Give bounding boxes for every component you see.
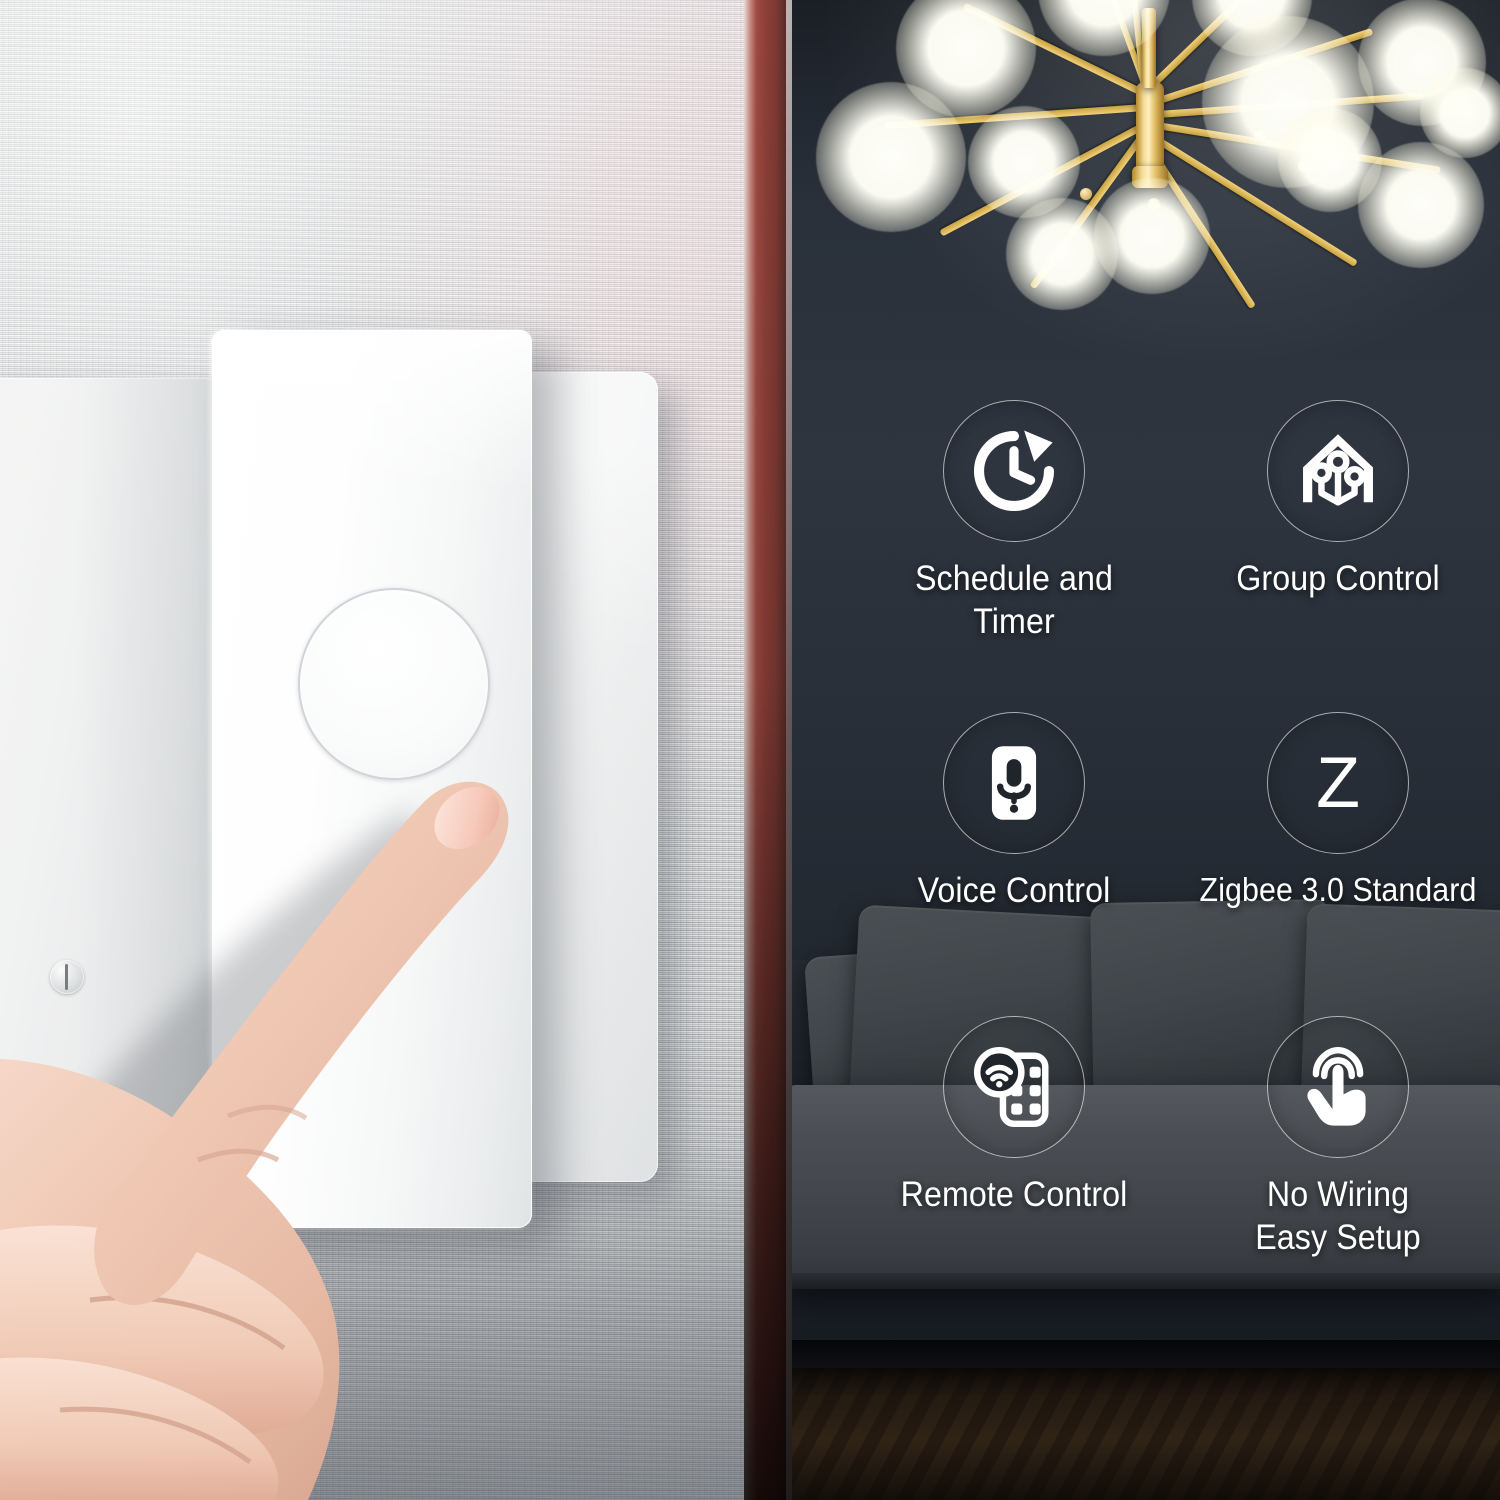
feature-circle: [943, 712, 1085, 854]
feature-group-control[interactable]: Group Control: [1168, 400, 1500, 601]
zigbee-z-glyph: Z: [1316, 743, 1360, 823]
feature-no-wiring[interactable]: No Wiring Easy Setup: [1168, 1016, 1500, 1259]
smart-home-icon: [1303, 434, 1373, 506]
feature-label: Group Control: [1236, 559, 1440, 598]
microphone-phone-icon: [991, 746, 1037, 820]
feature-circle: [1267, 1016, 1409, 1158]
feature-label: Schedule and Timer: [914, 559, 1114, 641]
feature-grid: Schedule and Timer Group Control Voice C…: [792, 0, 1500, 1500]
feature-voice-control[interactable]: Voice Control: [844, 712, 1184, 913]
left-photo-panel: [0, 0, 752, 1500]
feature-label: Zigbee 3.0 Standard: [1199, 871, 1477, 908]
feature-schedule-timer[interactable]: Schedule and Timer: [844, 400, 1184, 643]
feature-label: No Wiring Easy Setup: [1255, 1175, 1421, 1257]
feature-zigbee-standard[interactable]: Z Zigbee 3.0 Standard: [1168, 712, 1500, 910]
clock-arrow-icon: [974, 430, 1055, 511]
product-marketing-image: Schedule and Timer Group Control Voice C…: [0, 0, 1500, 1500]
feature-circle: [943, 400, 1085, 542]
wifi-remote-icon: [973, 1046, 1049, 1128]
right-scene-panel: Schedule and Timer Group Control Voice C…: [792, 0, 1500, 1500]
door-frame-divider: [744, 0, 792, 1500]
zigbee-z-icon: Z: [1316, 743, 1360, 823]
feature-remote-control[interactable]: Remote Control: [844, 1016, 1184, 1217]
tap-hand-icon: [1307, 1046, 1366, 1126]
feature-circle: [943, 1016, 1085, 1158]
feature-label: Voice Control: [917, 871, 1111, 910]
feature-label: Remote Control: [900, 1175, 1128, 1214]
hand: [0, 600, 560, 1500]
feature-circle: [1267, 400, 1409, 542]
feature-circle: Z: [1267, 712, 1409, 854]
